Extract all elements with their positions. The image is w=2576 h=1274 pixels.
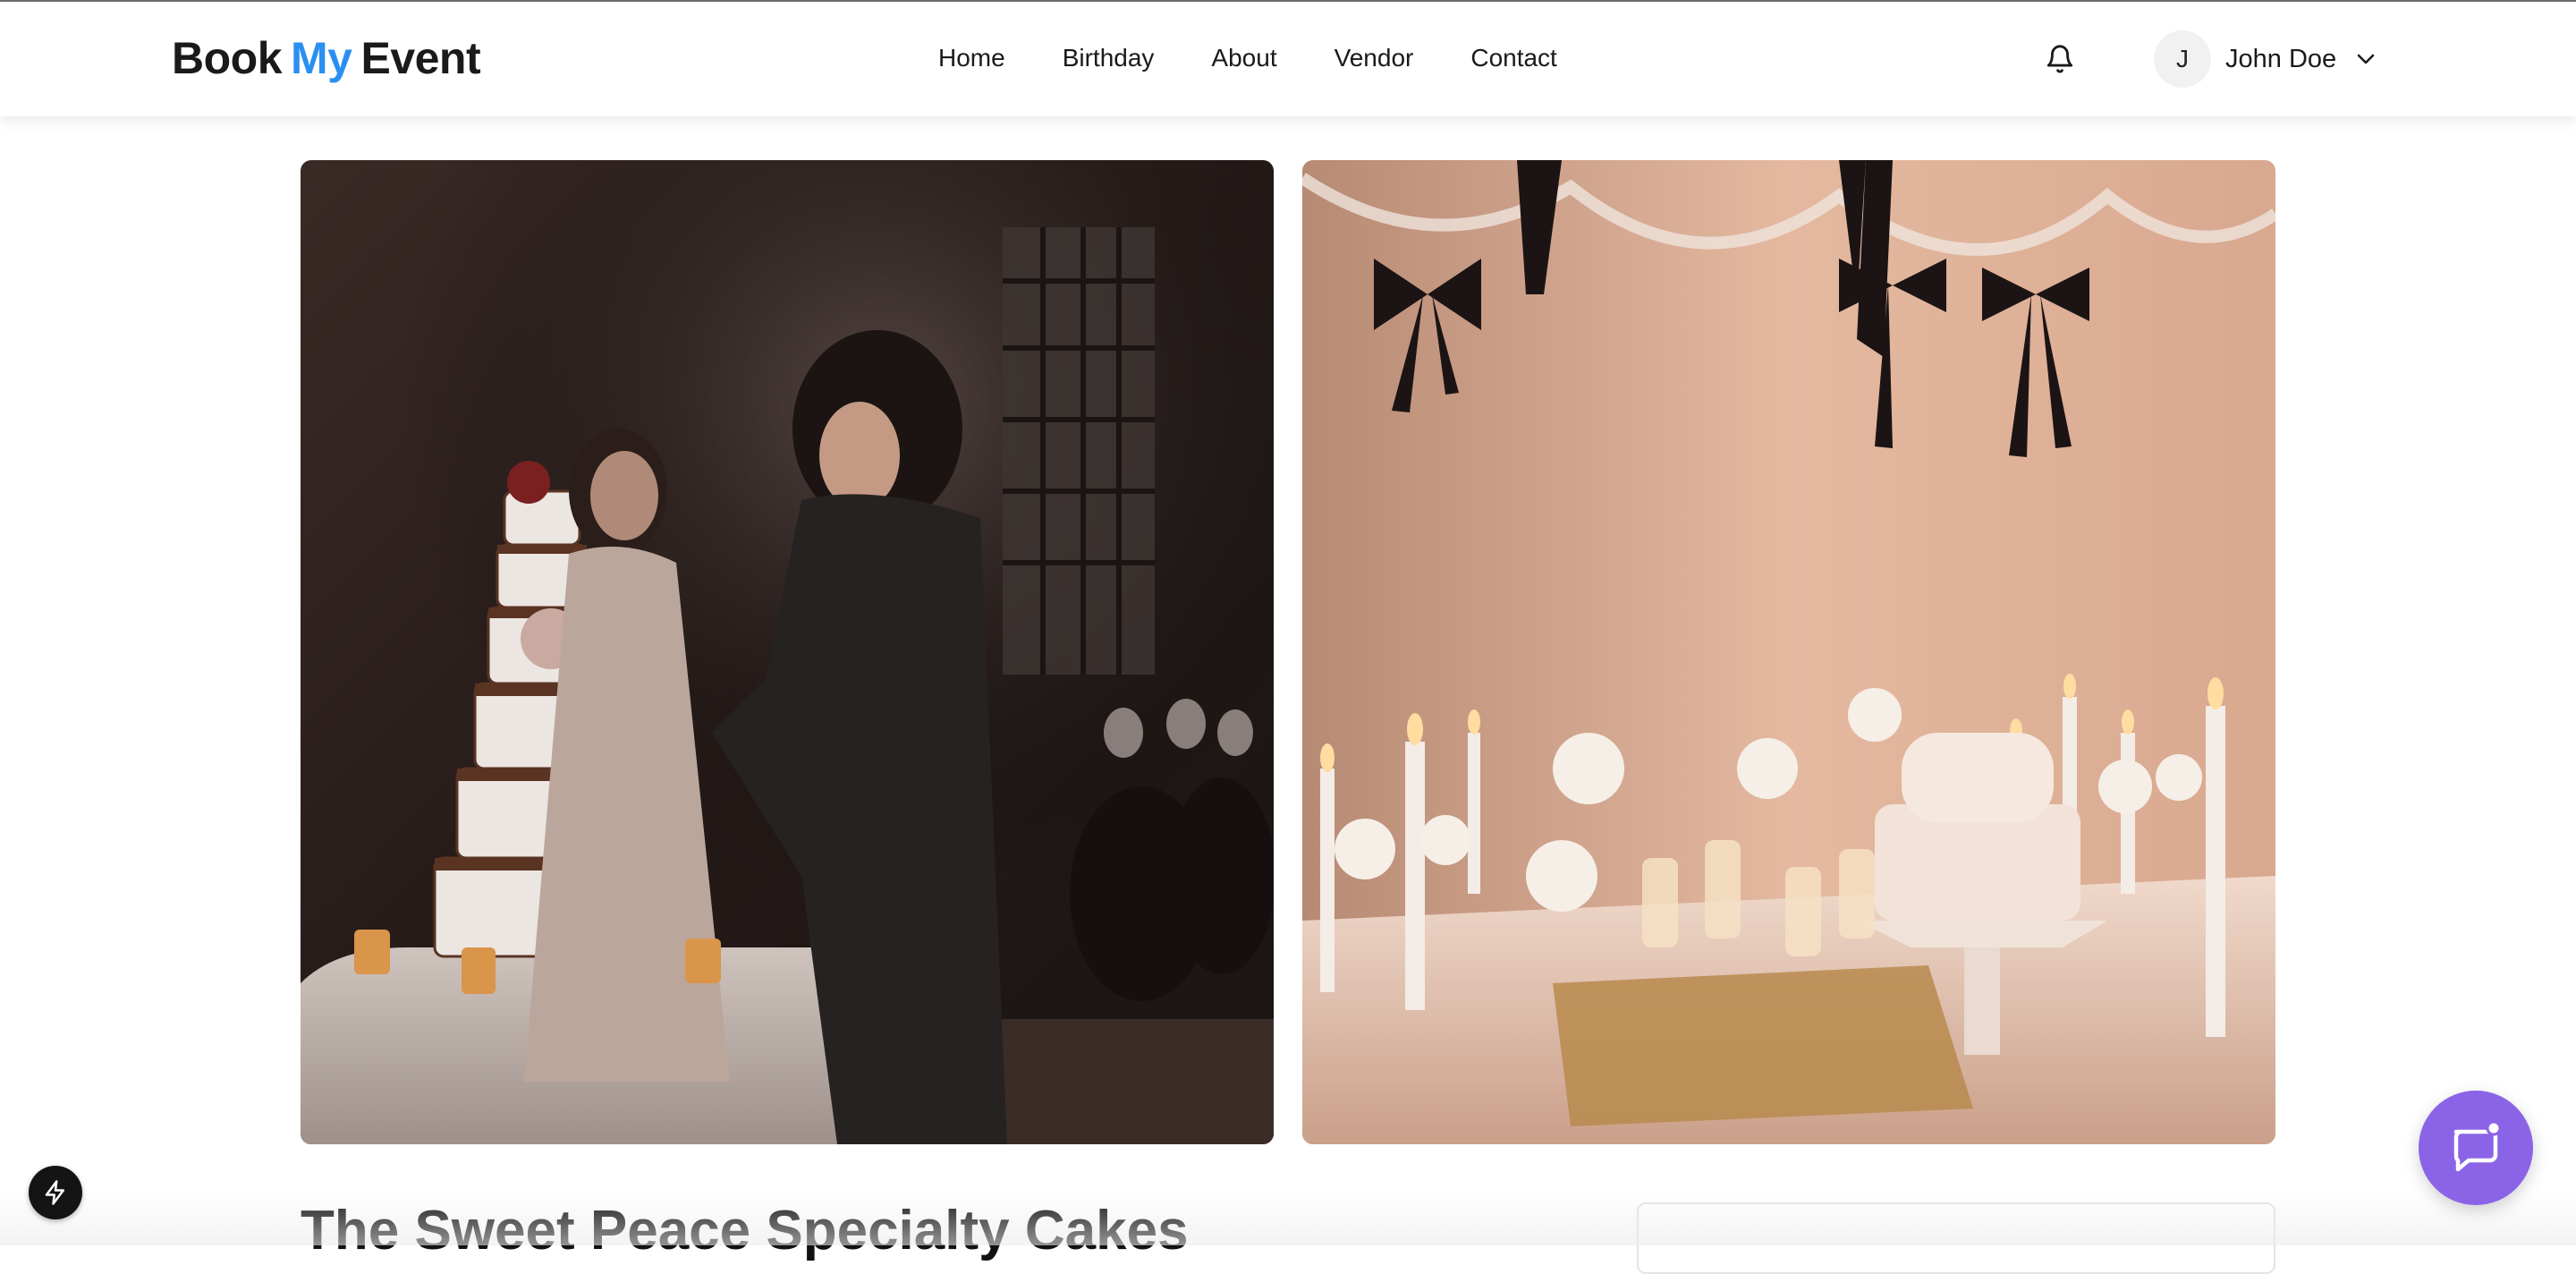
chat-bubble-icon[interactable] <box>2419 1091 2533 1205</box>
user-name: John Doe <box>2225 44 2337 73</box>
main-nav: Home Birthday About Vendor Contact <box>938 43 1614 73</box>
nav-link-about[interactable]: About <box>1211 43 1276 73</box>
user-menu[interactable]: J John Doe <box>2154 30 2376 88</box>
nav-link-home[interactable]: Home <box>938 43 1005 73</box>
logo-part-my: My <box>291 33 352 83</box>
booking-card <box>1637 1202 2275 1274</box>
avatar: J <box>2154 30 2211 88</box>
listing-title: The Sweet Peace Specialty Cakes <box>301 1200 1189 1261</box>
chevron-down-icon <box>2357 54 2375 64</box>
top-navbar: Book My Event Home Birthday About Vendor… <box>0 0 2576 116</box>
brand-logo[interactable]: Book My Event <box>172 32 481 84</box>
bell-icon[interactable] <box>2045 43 2075 75</box>
dessert-table-illustration <box>1302 160 2275 1144</box>
logo-part-book: Book <box>172 33 283 83</box>
logo-part-event: Event <box>360 33 481 83</box>
gallery-image-dessert-table[interactable] <box>1302 160 2275 1144</box>
event-gallery <box>301 160 2275 1144</box>
bolt-icon[interactable] <box>29 1166 82 1219</box>
gallery-image-wedding-cake[interactable] <box>301 160 1274 1144</box>
nav-link-birthday[interactable]: Birthday <box>1063 43 1155 73</box>
nav-link-vendor[interactable]: Vendor <box>1335 43 1414 73</box>
wedding-photo-illustration <box>301 160 1274 1144</box>
nav-link-contact[interactable]: Contact <box>1470 43 1557 73</box>
